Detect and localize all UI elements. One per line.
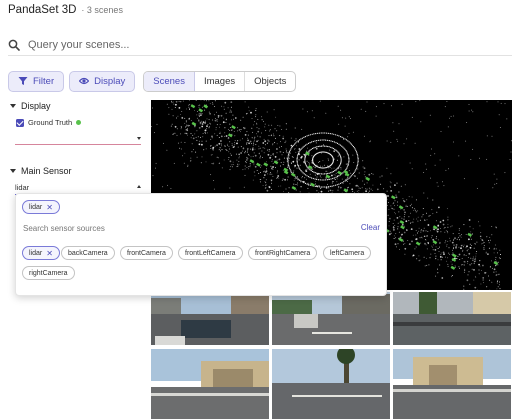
camera-image <box>151 349 269 419</box>
search-bar[interactable] <box>8 34 512 56</box>
search-icon <box>8 39 20 51</box>
scene-count: · 3 scenes <box>81 5 123 15</box>
camera-image-grid <box>151 292 512 419</box>
camera-image <box>151 292 269 345</box>
filter-icon <box>18 77 28 85</box>
caret-down-icon <box>10 169 16 173</box>
chevron-down-icon <box>137 137 141 140</box>
chip-label: lidar <box>29 203 43 211</box>
search-input[interactable] <box>28 38 328 51</box>
sensor-search-input[interactable] <box>23 221 353 235</box>
view-tabs: Scenes Images Objects <box>143 70 297 92</box>
camera-tile[interactable] <box>393 292 511 345</box>
tab-scenes[interactable]: Scenes <box>144 71 195 91</box>
caret-down-icon <box>10 104 16 108</box>
toolbar: Filter Display Scenes Images Objects <box>8 70 297 92</box>
option-chip-leftcamera[interactable]: leftCamera <box>323 246 372 260</box>
chip-label: frontCamera <box>127 249 166 257</box>
title-bar: PandaSet 3D · 3 scenes <box>8 4 123 20</box>
camera-image <box>393 349 511 419</box>
tab-images[interactable]: Images <box>195 71 246 91</box>
option-chip-frontcamera[interactable]: frontCamera <box>120 246 173 260</box>
option-chip-frontleftcamera[interactable]: frontLeftCamera <box>178 246 243 260</box>
option-chip-lidar[interactable]: lidar ✕ <box>22 246 60 260</box>
ground-truth-color-dot <box>76 120 82 125</box>
main-sensor-header[interactable]: Main Sensor <box>10 165 142 177</box>
sidebar: Display Ground Truth Main Sensor lidar <box>10 100 142 195</box>
eye-icon <box>79 77 90 85</box>
main-sensor-value: lidar <box>15 183 30 192</box>
app-title: PandaSet 3D <box>8 4 77 16</box>
chip-label: frontRightCamera <box>255 249 311 257</box>
filter-button[interactable]: Filter <box>8 70 65 92</box>
display-button-label: Display <box>94 75 126 87</box>
close-icon[interactable]: ✕ <box>46 249 53 258</box>
close-icon[interactable]: ✕ <box>46 203 53 212</box>
option-chip-backcamera[interactable]: backCamera <box>61 246 115 260</box>
main-sensor-title: Main Sensor <box>21 166 72 176</box>
sensor-source-dropdown: lidar ✕ Clear lidar ✕ backCamera frontCa… <box>15 193 387 296</box>
chip-label: rightCamera <box>29 269 68 277</box>
chip-label: backCamera <box>68 249 108 257</box>
tab-objects[interactable]: Objects <box>245 72 295 91</box>
chip-label: leftCamera <box>330 249 365 257</box>
main-sensor-section: Main Sensor lidar <box>10 165 142 195</box>
option-chip-rightcamera[interactable]: rightCamera <box>22 266 75 280</box>
display-button[interactable]: Display <box>69 70 136 92</box>
camera-tile[interactable] <box>151 292 269 345</box>
camera-image <box>393 292 511 345</box>
option-chip-frontrightcamera[interactable]: frontRightCamera <box>248 246 318 260</box>
chip-label: frontLeftCamera <box>185 249 236 257</box>
selected-chip-lidar[interactable]: lidar ✕ <box>22 200 60 214</box>
camera-image <box>272 292 390 345</box>
camera-tile[interactable] <box>393 349 511 419</box>
ground-truth-checkbox[interactable] <box>16 118 24 127</box>
filter-button-label: Filter <box>33 75 55 87</box>
chevron-up-icon <box>137 185 141 188</box>
chip-label: lidar <box>29 249 43 257</box>
camera-tile[interactable] <box>151 349 269 419</box>
display-section-header[interactable]: Display <box>10 100 142 112</box>
ground-truth-row[interactable]: Ground Truth <box>16 118 142 127</box>
ground-truth-label: Ground Truth <box>28 118 73 127</box>
clear-button[interactable]: Clear <box>361 223 380 232</box>
display-section-title: Display <box>21 101 51 111</box>
camera-tile[interactable] <box>272 292 390 345</box>
camera-tile[interactable] <box>272 349 390 419</box>
display-select[interactable] <box>15 133 141 145</box>
camera-image <box>272 349 390 419</box>
